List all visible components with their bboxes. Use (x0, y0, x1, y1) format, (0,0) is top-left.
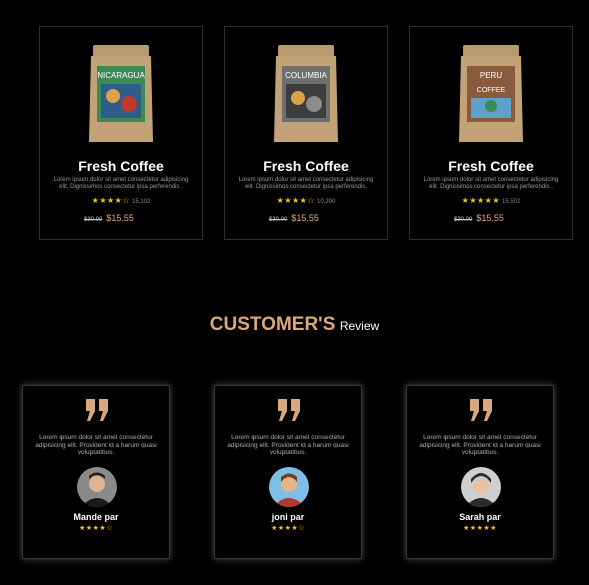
product-rating: ★★★★☆ 10,200 (225, 196, 387, 207)
coffee-bag-image: PERU COFFEE (459, 45, 523, 142)
product-card[interactable]: NICARAGUA Fresh Coffee Lorem ipsum dolor… (39, 26, 203, 240)
sale-price: $15.55 (476, 213, 504, 223)
heading-sub: Review (339, 319, 380, 333)
product-rating: ★★★★★ 15,502 (410, 196, 572, 207)
product-description: Lorem ipsum dolor sit amet consectetur a… (53, 177, 189, 190)
sale-price: $15.55 (291, 213, 319, 223)
quote-icon (278, 399, 300, 421)
rating-stars: ★★★★☆ (271, 525, 305, 532)
heading-main: CUSTOMER'S (209, 314, 336, 335)
quote-icon (470, 399, 492, 421)
old-price: $30.00 (454, 217, 473, 223)
rating-count: 15,502 (502, 199, 521, 205)
old-price: $30.00 (84, 217, 103, 223)
review-text: Lorem ipsum dolor sit amet consectetur a… (419, 434, 541, 456)
product-title: Fresh Coffee (448, 158, 534, 174)
product-description: Lorem ipsum dolor sit amet consectetur a… (423, 177, 559, 190)
sale-price: $15.55 (106, 213, 134, 223)
review-card: Lorem ipsum dolor sit amet consectetur a… (406, 385, 554, 559)
rating-stars: ★★★★★ (463, 525, 497, 532)
rating-count: 10,200 (317, 199, 336, 205)
review-card: Lorem ipsum dolor sit amet consectetur a… (22, 385, 170, 559)
coffee-bag-image: COLUMBIA (274, 45, 338, 142)
svg-text:NICARAGUA: NICARAGUA (97, 71, 145, 80)
rating-stars: ★★★★☆ (91, 196, 130, 205)
reviewer-name: Mande par (73, 512, 119, 522)
product-card[interactable]: COLUMBIA Fresh Coffee Lorem ipsum dolor … (224, 26, 388, 240)
product-price: $30.00 $15.55 (454, 213, 504, 223)
product-card[interactable]: PERU COFFEE Fresh Coffee Lorem ipsum dol… (409, 26, 573, 240)
review-card: Lorem ipsum dolor sit amet consectetur a… (214, 385, 362, 559)
product-title: Fresh Coffee (78, 158, 164, 174)
avatar (269, 467, 309, 507)
reviews-section-heading: CUSTOMER'S Review (0, 314, 589, 336)
avatar (77, 467, 117, 507)
product-price: $30.00 $15.55 (269, 213, 319, 223)
svg-text:COFFEE: COFFEE (477, 87, 506, 94)
rating-count: 15,102 (132, 199, 151, 205)
product-price: $30.00 $15.55 (84, 213, 134, 223)
product-title: Fresh Coffee (263, 158, 349, 174)
reviewer-name: joni par (271, 512, 305, 522)
product-description: Lorem ipsum dolor sit amet consectetur a… (238, 177, 374, 190)
avatar (461, 467, 501, 507)
coffee-bag-image: NICARAGUA (89, 45, 153, 142)
review-text: Lorem ipsum dolor sit amet consectetur a… (35, 434, 157, 456)
old-price: $30.00 (269, 217, 288, 223)
reviewer-name: Sarah par (459, 512, 501, 522)
svg-text:PERU: PERU (480, 71, 502, 80)
review-text: Lorem ipsum dolor sit amet consectetur a… (227, 434, 349, 456)
product-rating: ★★★★☆ 15,102 (40, 196, 202, 207)
rating-stars: ★★★★☆ (79, 525, 113, 532)
rating-stars: ★★★★☆ (276, 196, 315, 205)
svg-text:COLUMBIA: COLUMBIA (285, 71, 327, 80)
rating-stars: ★★★★★ (461, 196, 500, 205)
quote-icon (86, 399, 108, 421)
